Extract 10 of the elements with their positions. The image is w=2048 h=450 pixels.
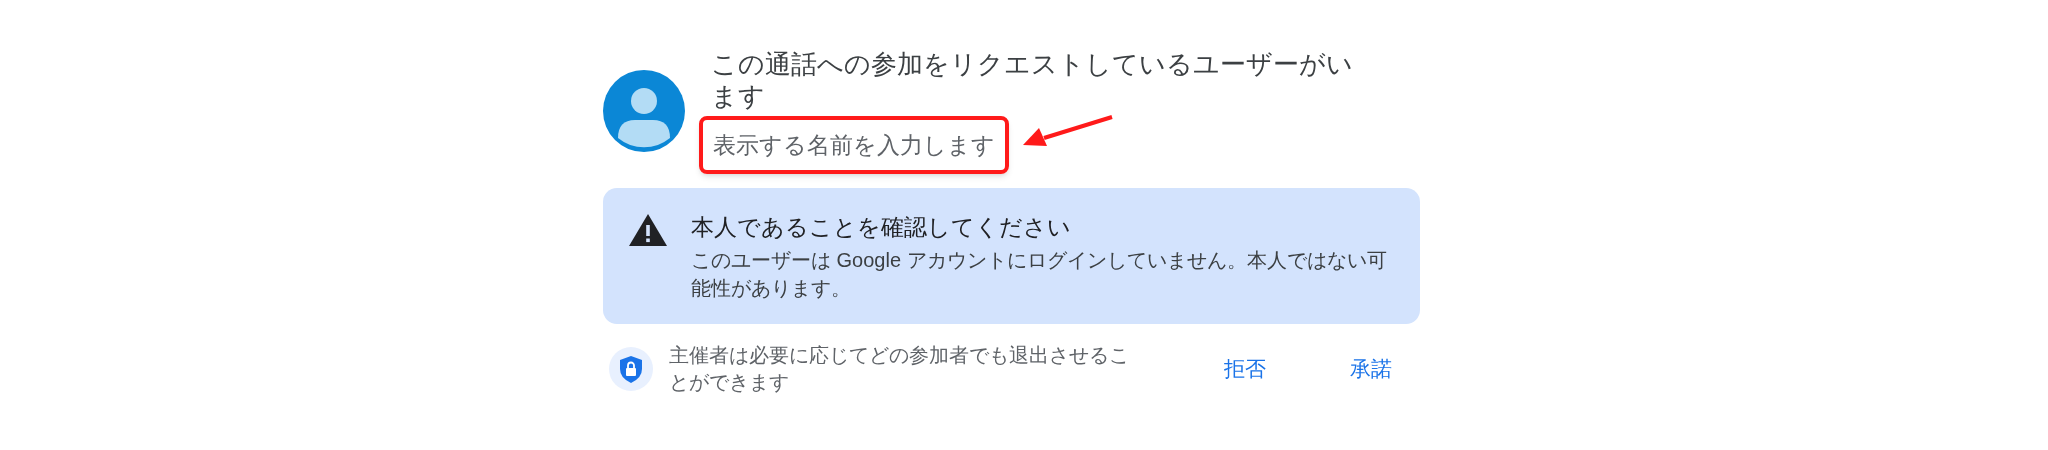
request-title: この通話への参加をリクエストしているユーザーがいます [711, 48, 1354, 112]
host-note: 主催者は必要に応じてどの参加者でも退出させることができます [669, 343, 1130, 395]
shield-lock-icon [609, 347, 653, 391]
avatar-icon [603, 70, 685, 152]
warning-message: このユーザーは Google アカウントにログインしていません。本人ではない可能性があります。 [691, 248, 1388, 301]
warning-title: 本人であることを確認してください [691, 213, 1072, 242]
name-prompt: 表示する名前を入力します [713, 132, 995, 158]
text-button[interactable]: 拒否 [1204, 345, 1286, 393]
text-button[interactable]: 承諾 [1330, 345, 1412, 393]
warning-icon [629, 214, 667, 246]
